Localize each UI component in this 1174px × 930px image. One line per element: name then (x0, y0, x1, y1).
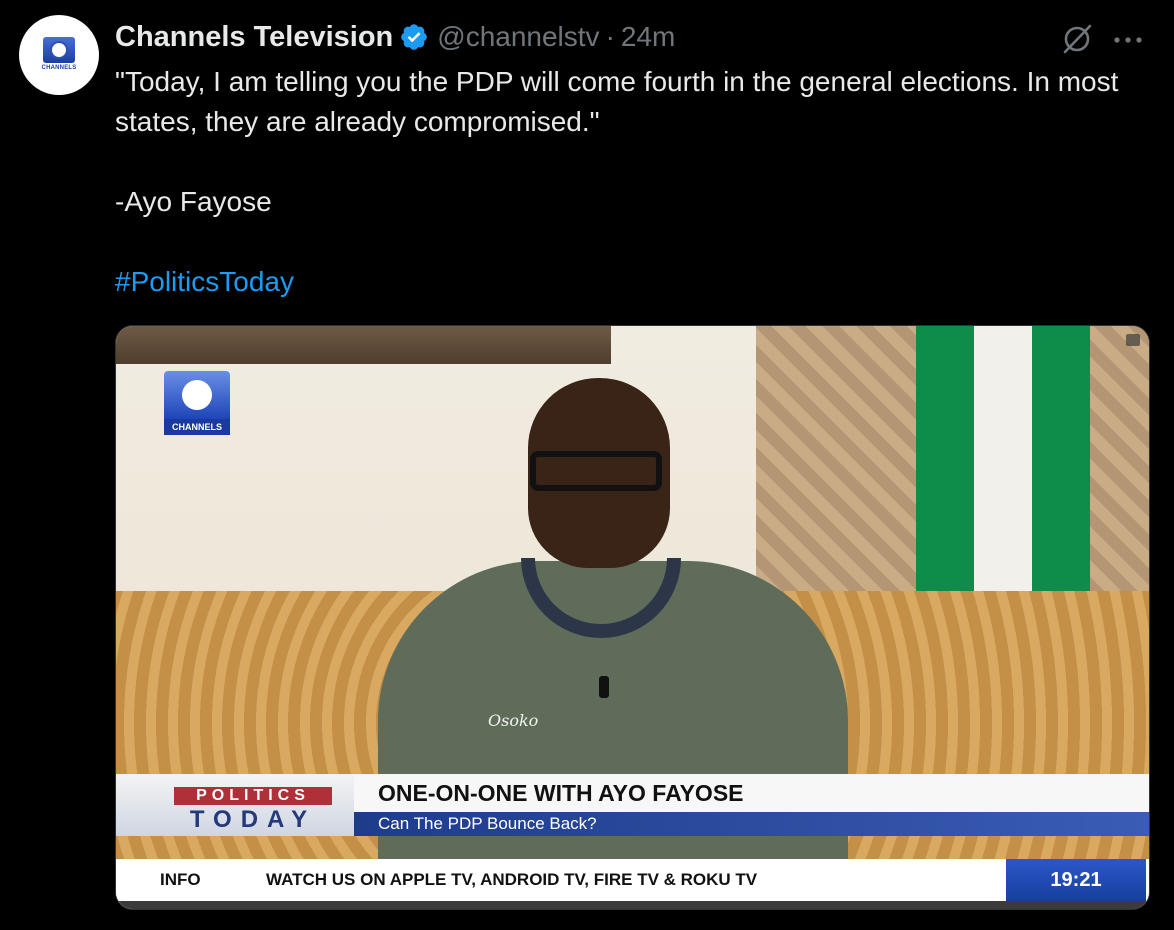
grok-icon[interactable] (1060, 22, 1094, 56)
separator: · (605, 21, 615, 52)
more-dots-icon[interactable] (1112, 36, 1144, 44)
hashtag-link[interactable]: #PoliticsToday (115, 262, 1160, 302)
lower-third-headline: ONE-ON-ONE WITH AYO FAYOSE (354, 774, 1149, 812)
channel-watermark-logo: CHANNELS (164, 371, 230, 435)
program-brand: POLITICS TODAY (116, 774, 354, 836)
tweet-body: "Today, I am telling you the PDP will co… (115, 62, 1160, 302)
ticker-text: WATCH US ON APPLE TV, ANDROID TV, FIRE T… (266, 870, 758, 889)
shirt-text: Osoko (488, 711, 539, 730)
handle[interactable]: @channelstv (437, 21, 599, 53)
tweet-header: Channels Television @channelstv · 24m (115, 19, 675, 55)
channel-logo-text: CHANNELS (164, 419, 230, 435)
display-name[interactable]: Channels Television (115, 21, 393, 54)
globe-icon (182, 380, 212, 410)
timestamp[interactable]: 24m (621, 21, 675, 53)
avatar-logo-text: CHANNELS (41, 65, 77, 71)
program-top-label: POLITICS (174, 787, 332, 805)
verified-badge-icon (401, 24, 428, 50)
program-bottom-label: TODAY (189, 806, 317, 833)
channels-logo-icon: CHANNELS (37, 35, 81, 75)
avatar[interactable]: CHANNELS (19, 15, 99, 95)
media-image[interactable]: Osoko CHANNELS POLITICS TODAY ONE-ON-ONE… (115, 325, 1150, 910)
clock: 19:21 (1006, 859, 1146, 901)
ticker-label: INFO (160, 870, 201, 889)
media-corner-icon (1126, 334, 1140, 346)
news-ticker: INFO WATCH US ON APPLE TV, ANDROID TV, F… (116, 859, 1149, 901)
tweet-attribution: -Ayo Fayose (115, 186, 272, 217)
footer-strip (116, 901, 1149, 909)
tweet-quote: "Today, I am telling you the PDP will co… (115, 66, 1119, 137)
lower-third-subheadline: Can The PDP Bounce Back? (354, 812, 1149, 836)
